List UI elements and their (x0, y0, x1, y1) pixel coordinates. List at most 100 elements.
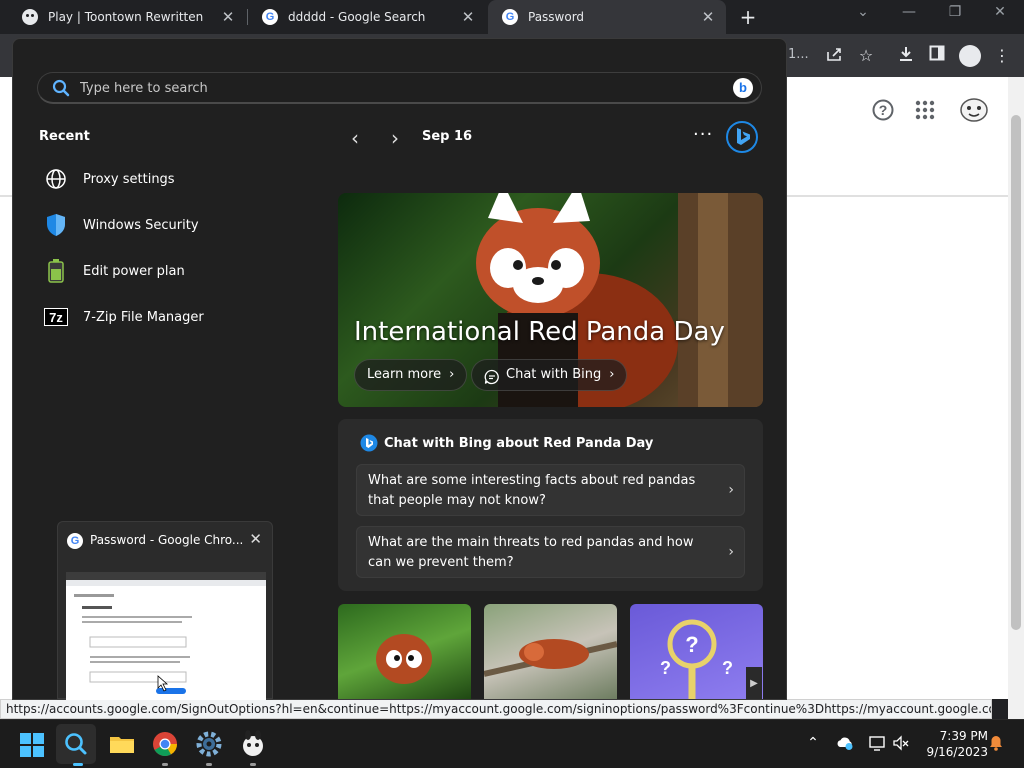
google-icon (502, 9, 518, 25)
search-icon (52, 79, 70, 97)
shield-icon (43, 212, 69, 238)
recent-item-windows-security[interactable]: Windows Security (43, 207, 313, 243)
tab-title: ddddd - Google Search (288, 10, 426, 24)
side-panel-icon[interactable] (926, 45, 948, 67)
chevron-right-icon: › (728, 482, 734, 498)
svg-text:?: ? (685, 632, 698, 657)
recent-item-proxy-settings[interactable]: Proxy settings (43, 161, 313, 197)
tab-title: Password (528, 10, 585, 24)
running-indicator (206, 763, 212, 766)
onedrive-icon[interactable] (836, 734, 854, 752)
close-icon[interactable]: ✕ (700, 9, 716, 25)
learn-more-button[interactable]: Learn more › (354, 359, 468, 391)
scroll-right-icon[interactable]: ▶ (746, 667, 762, 699)
minimize-icon[interactable]: — (897, 4, 921, 20)
close-icon[interactable]: ✕ (460, 9, 476, 25)
bing-icon (360, 434, 378, 452)
chat-question-text: What are some interesting facts about re… (368, 473, 696, 508)
bookmark-star-icon[interactable]: ☆ (855, 45, 877, 67)
tab-password[interactable]: Password ✕ (488, 0, 726, 34)
file-explorer-icon[interactable] (108, 730, 136, 758)
search-icon (65, 733, 87, 755)
menu-icon[interactable]: ⋮ (991, 45, 1013, 67)
thumbnail-red-panda-bamboo[interactable] (338, 604, 471, 699)
svg-text:?: ? (660, 658, 671, 678)
chat-question-1[interactable]: What are some interesting facts about re… (356, 464, 745, 516)
svg-text:?: ? (879, 102, 888, 118)
recent-item-label: Proxy settings (83, 171, 175, 187)
clock-date: 9/16/2023 (926, 745, 988, 759)
windows-start-icon[interactable] (19, 732, 45, 758)
recent-item-7zip[interactable]: 7z 7-Zip File Manager (43, 299, 313, 335)
taskbar-window-preview[interactable]: Password - Google Chro... ✕ (57, 521, 273, 700)
preview-title: Password - Google Chro... (90, 533, 244, 547)
next-arrow-icon[interactable]: › (385, 127, 405, 149)
globe-icon (43, 166, 69, 192)
thumbnail-red-panda-tree[interactable] (484, 604, 617, 699)
chat-with-bing-button[interactable]: Chat with Bing › (471, 359, 628, 391)
bing-icon[interactable]: b (733, 78, 753, 98)
battery-icon (43, 258, 69, 284)
preview-thumbnail (66, 572, 266, 700)
volume-muted-icon[interactable] (892, 734, 910, 752)
previous-arrow-icon[interactable]: ‹ (345, 127, 365, 149)
active-indicator (73, 763, 83, 766)
chevron-right-icon: › (449, 367, 455, 382)
recent-item-edit-power-plan[interactable]: Edit power plan (43, 253, 313, 289)
chrome-icon[interactable] (151, 730, 179, 758)
window-close-icon[interactable]: ✕ (988, 4, 1012, 20)
more-options-icon[interactable]: ··· (693, 124, 713, 145)
chat-question-text: What are the main threats to red pandas … (368, 535, 694, 570)
recent-heading: Recent (39, 129, 90, 144)
windows-taskbar: ⌃ 7:39 PM 9/16/2023 (0, 719, 1024, 768)
settings-gear-icon[interactable] (195, 730, 223, 758)
hero-card[interactable]: International Red Panda Day Learn more ›… (338, 193, 763, 407)
network-icon[interactable] (868, 734, 886, 752)
account-avatar[interactable] (958, 95, 990, 125)
toontown-icon (22, 9, 38, 25)
thumbnail-quiz[interactable]: ??? (630, 604, 763, 699)
recent-item-label: Windows Security (83, 217, 199, 233)
share-icon[interactable] (823, 45, 845, 67)
close-icon[interactable]: ✕ (220, 9, 236, 25)
close-icon[interactable]: ✕ (249, 530, 262, 548)
search-input[interactable] (80, 77, 700, 99)
scrollbar-thumb[interactable] (1011, 115, 1021, 630)
chat-question-2[interactable]: What are the main threats to red pandas … (356, 526, 745, 578)
restore-icon[interactable]: ❐ (943, 4, 967, 20)
system-clock[interactable]: 7:39 PM 9/16/2023 (918, 728, 988, 760)
show-hidden-icons-chevron-icon[interactable]: ⌃ (804, 734, 822, 752)
bing-chat-icon[interactable] (726, 121, 758, 153)
profile-avatar[interactable] (959, 45, 981, 67)
chat-with-bing-label: Chat with Bing (506, 367, 602, 382)
chevron-right-icon: › (609, 367, 615, 382)
chat-bubble-icon (484, 367, 500, 385)
recent-item-label: Edit power plan (83, 263, 185, 279)
status-bar-url: https://accounts.google.com/SignOutOptio… (0, 699, 992, 719)
tab-toontown[interactable]: Play | Toontown Rewritten ✕ (8, 0, 246, 34)
running-indicator (250, 763, 256, 766)
svg-text:7z: 7z (49, 310, 63, 325)
date-label: Sep 16 (422, 129, 473, 144)
google-icon (262, 9, 278, 25)
tab-title: Play | Toontown Rewritten (48, 10, 204, 24)
chrome-icon (67, 533, 83, 549)
chat-with-bing-card: Chat with Bing about Red Panda Day What … (338, 419, 763, 591)
tab-google-search[interactable]: ddddd - Google Search ✕ (248, 0, 486, 34)
toontown-icon[interactable] (239, 730, 267, 758)
new-tab-button[interactable]: + (737, 6, 759, 28)
svg-text:?: ? (722, 658, 733, 678)
clock-time: 7:39 PM (939, 729, 988, 743)
learn-more-label: Learn more (367, 367, 442, 382)
download-icon[interactable] (895, 45, 917, 67)
search-box[interactable]: b (37, 72, 762, 104)
address-bar-text[interactable]: 1... (788, 47, 809, 62)
tab-strip: Play | Toontown Rewritten ✕ ddddd - Goog… (0, 0, 1024, 34)
recent-item-label: 7-Zip File Manager (83, 309, 204, 325)
tab-search-icon[interactable]: ⌄ (851, 4, 875, 20)
apps-grid-icon[interactable] (913, 98, 937, 122)
notification-bell-icon[interactable] (987, 734, 1005, 752)
search-taskbar-button[interactable] (56, 724, 96, 764)
help-icon[interactable]: ? (871, 98, 895, 122)
chevron-right-icon: › (728, 544, 734, 560)
